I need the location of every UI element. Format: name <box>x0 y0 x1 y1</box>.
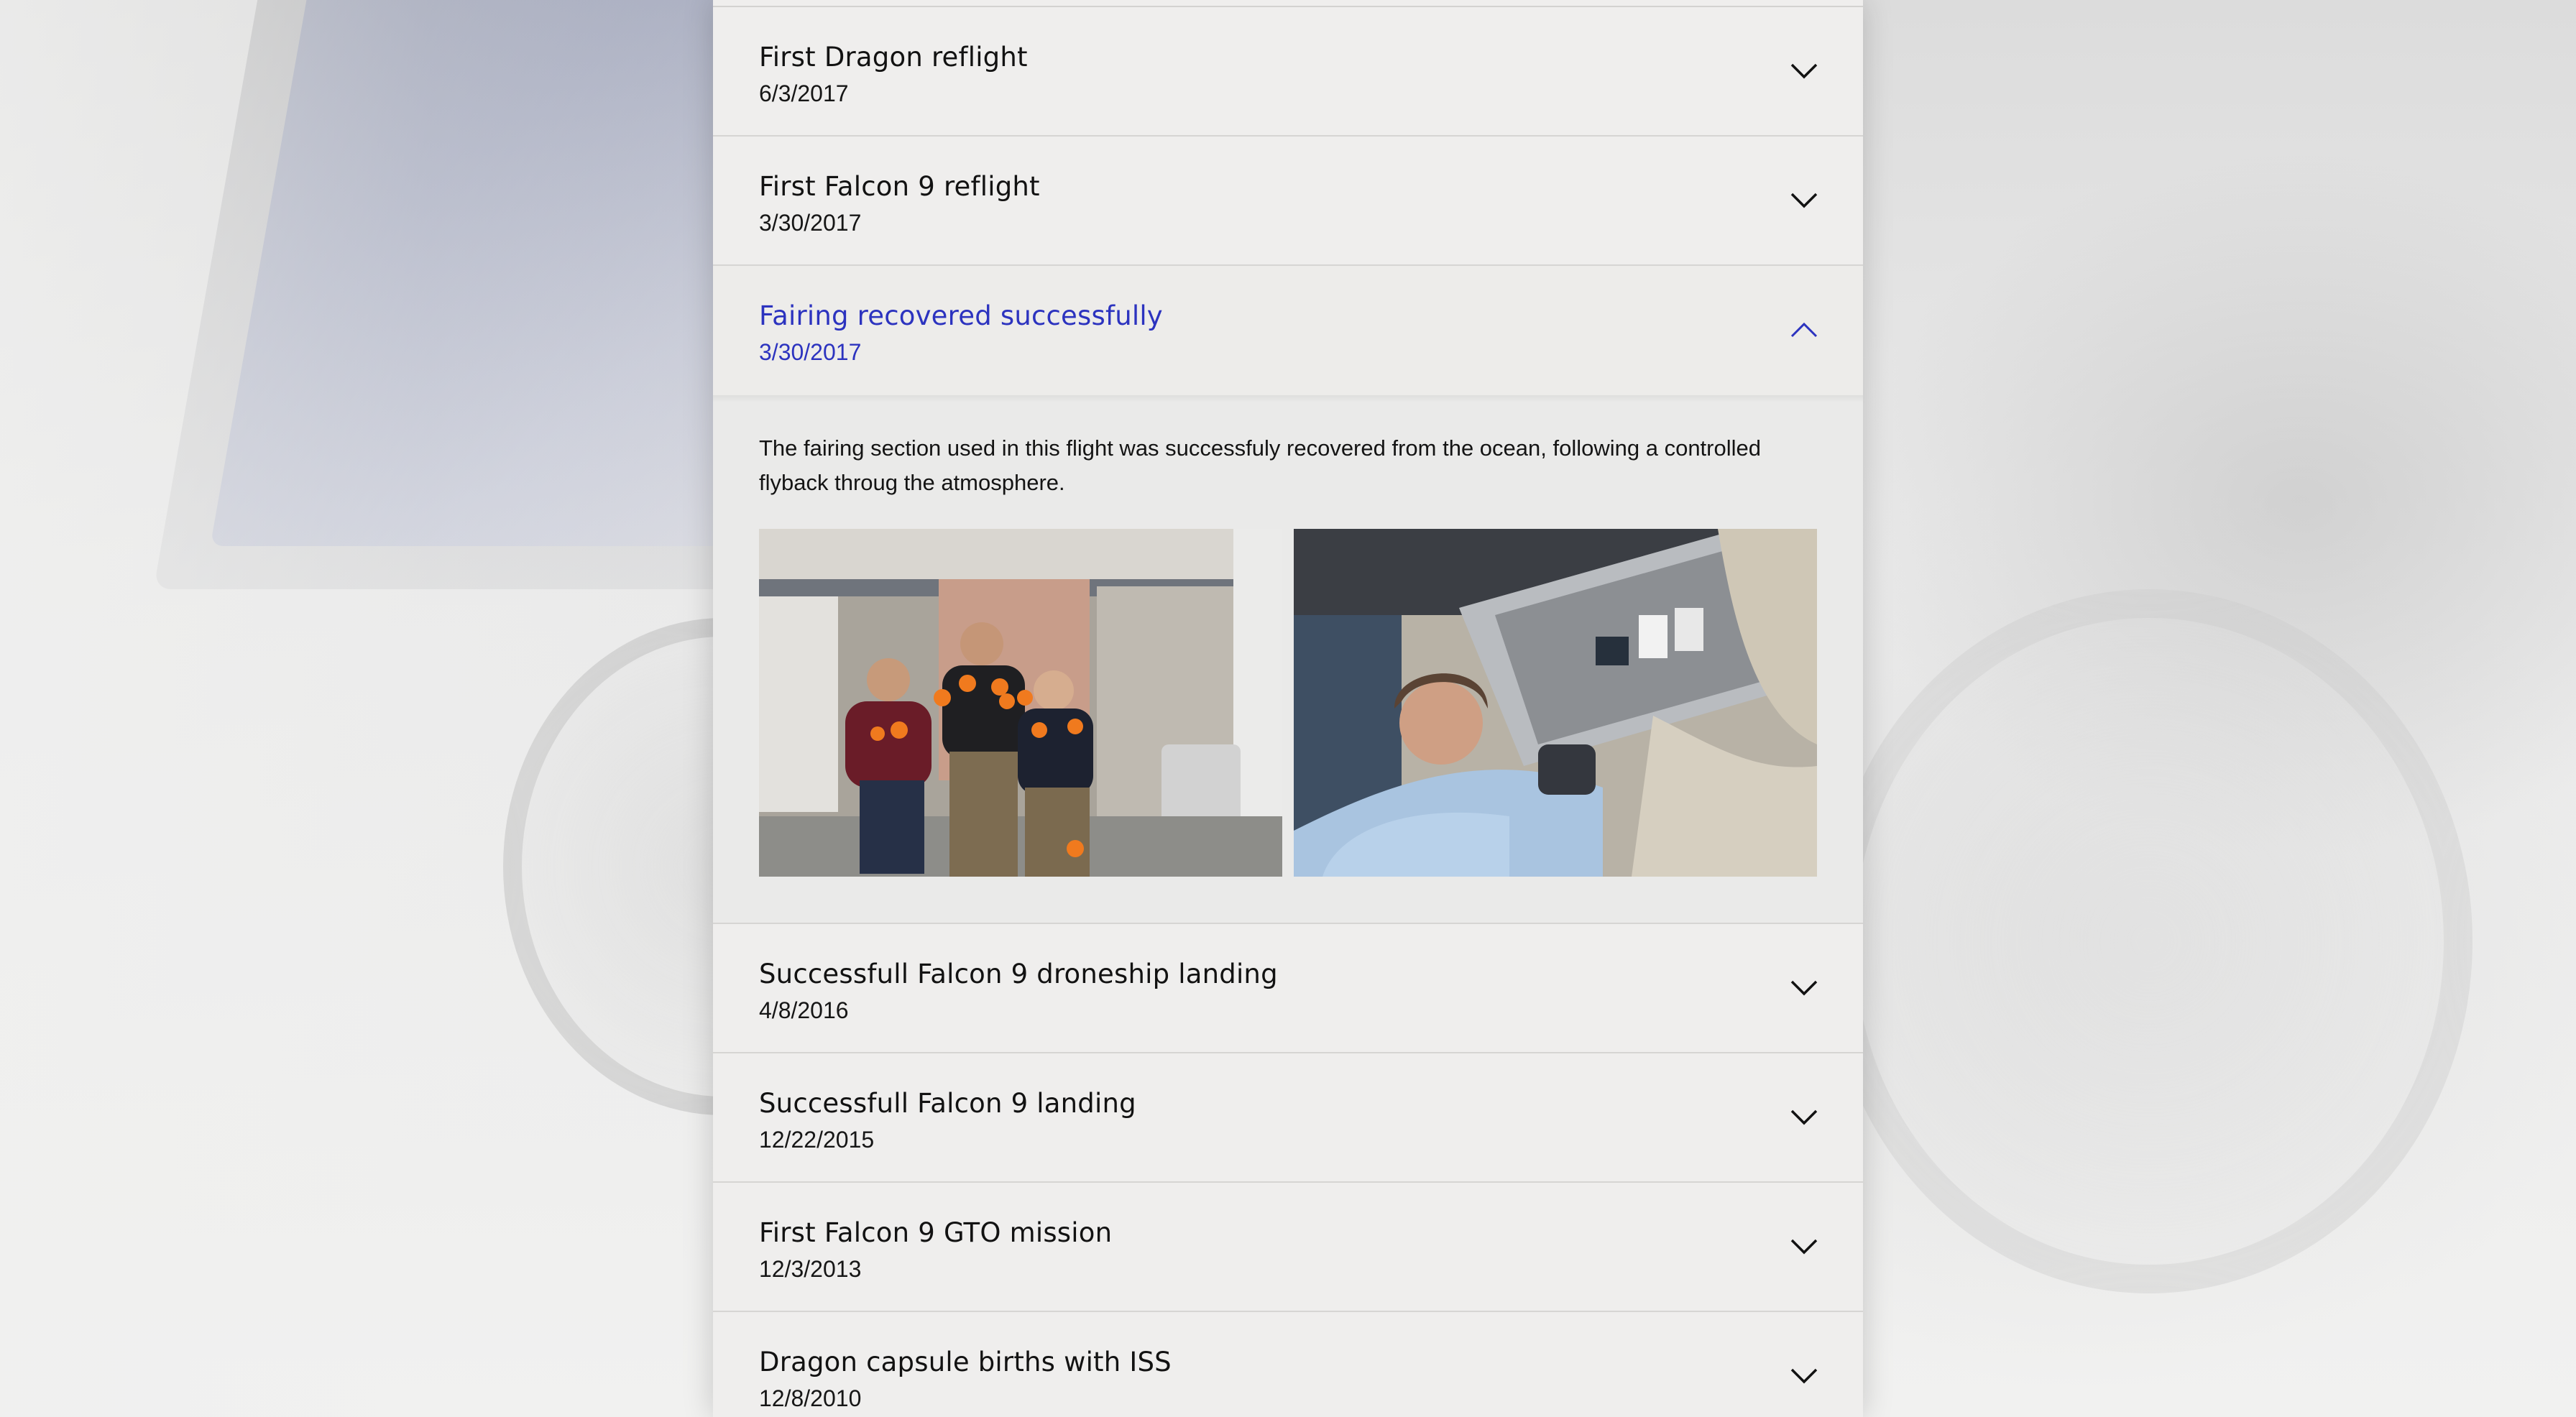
timeline-item-first-falcon9-reflight[interactable]: First Falcon 9 reflight 3/30/2017 <box>713 137 1863 266</box>
item-title: Successfull Falcon 9 landing <box>759 1088 1136 1119</box>
item-date: 12/22/2015 <box>759 1127 875 1153</box>
timeline-item-droneship-landing[interactable]: Successfull Falcon 9 droneship landing 4… <box>713 924 1863 1053</box>
timeline-item-first-dragon-reflight[interactable]: First Dragon reflight 6/3/2017 <box>713 7 1863 137</box>
item-date: 3/30/2017 <box>759 339 862 365</box>
background-hatch-ring-right <box>1826 589 2472 1293</box>
item-title: Successfull Falcon 9 droneship landing <box>759 959 1278 989</box>
timeline-item-falcon9-landing[interactable]: Successfull Falcon 9 landing 12/22/2015 <box>713 1053 1863 1183</box>
timeline-item-fairing-recovered[interactable]: Fairing recovered successfully 3/30/2017 <box>713 266 1863 395</box>
item-date: 12/3/2013 <box>759 1256 862 1282</box>
item-date: 12/8/2010 <box>759 1385 862 1411</box>
chevron-down-icon[interactable] <box>1790 1237 1818 1256</box>
timeline-item-gto-mission[interactable]: First Falcon 9 GTO mission 12/3/2013 <box>713 1183 1863 1312</box>
item-date: 6/3/2017 <box>759 80 849 106</box>
photo-crew-in-station[interactable] <box>759 529 1282 877</box>
timeline-item-details: The fairing section used in this flight … <box>713 395 1863 924</box>
chevron-down-icon[interactable] <box>1790 62 1818 80</box>
chevron-up-icon[interactable] <box>1790 320 1818 339</box>
photo-gallery <box>759 529 1817 877</box>
chevron-down-icon[interactable] <box>1790 979 1818 997</box>
item-date: 4/8/2016 <box>759 997 849 1023</box>
item-title: First Dragon reflight <box>759 42 1028 73</box>
chevron-down-icon[interactable] <box>1790 1367 1818 1385</box>
item-description: The fairing section used in this flight … <box>759 435 1761 495</box>
timeline-item-dragon-iss[interactable]: Dragon capsule births with ISS 12/8/2010 <box>713 1312 1863 1417</box>
divider <box>713 0 1863 7</box>
details-shadow <box>713 395 1863 402</box>
item-title: Fairing recovered successfully <box>759 300 1163 331</box>
timeline-panel: First Dragon reflight 6/3/2017 First Fal… <box>713 0 1863 1417</box>
background-fade <box>0 0 713 1417</box>
item-date: 3/30/2017 <box>759 210 862 236</box>
chevron-down-icon[interactable] <box>1790 1108 1818 1127</box>
chevron-down-icon[interactable] <box>1790 191 1818 210</box>
photo-astronaut-with-panel[interactable] <box>1294 529 1817 877</box>
item-title: First Falcon 9 reflight <box>759 171 1040 202</box>
item-title: Dragon capsule births with ISS <box>759 1347 1172 1377</box>
item-title: First Falcon 9 GTO mission <box>759 1217 1113 1248</box>
